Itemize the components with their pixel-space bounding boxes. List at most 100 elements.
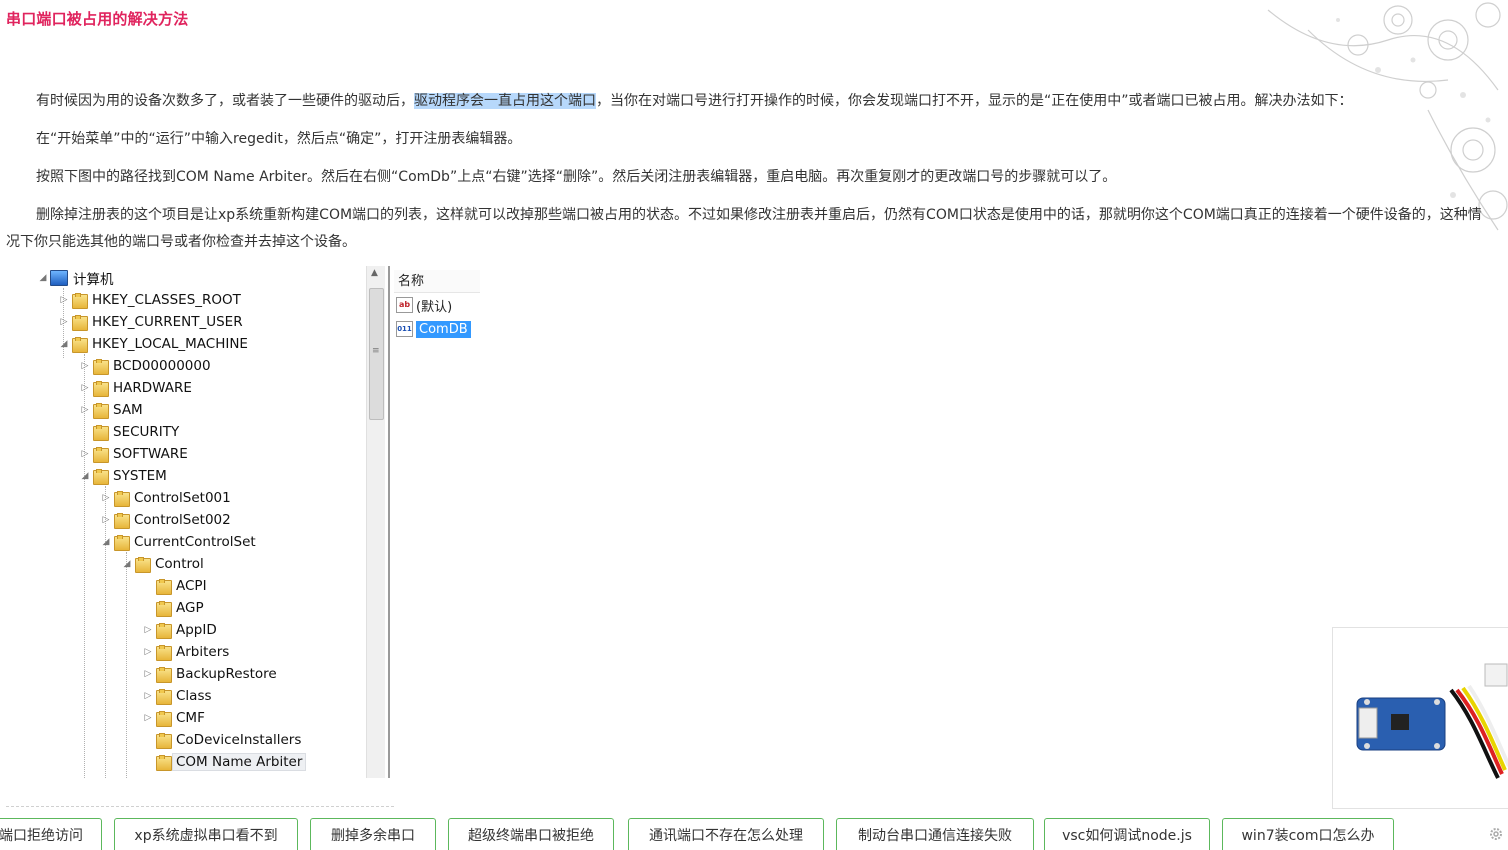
column-header-name[interactable]: 名称 (394, 270, 480, 293)
expand-arrow-icon[interactable]: ▷ (143, 691, 153, 701)
tree-node[interactable]: ▷ CMF (143, 707, 205, 729)
value-default[interactable]: ab (默认) (396, 295, 452, 315)
tree-node[interactable]: ▷ SAM (80, 399, 143, 421)
folder-icon (92, 380, 109, 397)
tree-node-label: ACPI (176, 578, 207, 594)
highlighted-text: 驱动程序会一直占用这个端口 (414, 93, 596, 109)
tree-node[interactable]: ▷ HARDWARE (80, 377, 192, 399)
tree-scrollbar[interactable]: ▲ ≡ (366, 266, 385, 778)
folder-icon (155, 600, 172, 617)
folder-icon (155, 688, 172, 705)
related-tag-link[interactable]: 通讯端口不存在怎么处理 (628, 818, 824, 850)
tree-node[interactable]: ◢ CurrentControlSet (101, 531, 256, 553)
tree-node[interactable]: ◢ SYSTEM (80, 465, 167, 487)
tree-node[interactable]: ▷ BCD00000000 (80, 355, 211, 377)
folder-icon (113, 490, 130, 507)
tree-node[interactable]: ▷ HKEY_CLASSES_ROOT (59, 289, 241, 311)
tree-node-label: ControlSet001 (134, 490, 231, 506)
tree-node[interactable]: ◢ 计算机 (38, 267, 114, 289)
expand-arrow-icon[interactable]: ▷ (143, 625, 153, 635)
related-tag-link[interactable]: vsc如何调试node.js (1044, 818, 1210, 850)
tree-node-label: HKEY_LOCAL_MACHINE (92, 336, 248, 352)
expand-arrow-icon[interactable]: ▷ (59, 317, 69, 327)
expand-arrow-icon[interactable]: ▷ (59, 295, 69, 305)
collapse-arrow-icon[interactable]: ◢ (80, 471, 90, 481)
product-ad-image[interactable] (1332, 627, 1508, 809)
tree-node-label: CurrentControlSet (134, 534, 256, 550)
expand-arrow-icon[interactable]: ▷ (143, 713, 153, 723)
related-tag-link[interactable]: win7装com口怎么办 (1222, 818, 1394, 850)
tree-node-label: BCD00000000 (113, 358, 211, 374)
tree-node-label: Arbiters (176, 644, 230, 660)
expand-arrow-icon[interactable]: ▷ (80, 405, 90, 415)
expand-arrow-icon[interactable]: ▷ (143, 647, 153, 657)
tree-node-label: SECURITY (113, 424, 180, 440)
computer-icon (50, 270, 68, 286)
tree-node-label: Control (155, 556, 204, 572)
folder-icon (71, 336, 88, 353)
tree-node[interactable]: ▷ BackupRestore (143, 663, 277, 685)
expand-arrow-icon[interactable]: ▷ (101, 493, 111, 503)
tree-node[interactable]: AGP (143, 597, 204, 619)
pane-divider[interactable] (388, 266, 390, 778)
folder-icon (92, 446, 109, 463)
expand-arrow-icon[interactable]: ▷ (80, 361, 90, 371)
paragraph-3: 按照下图中的路径找到COM Name Arbiter。然后在右侧“ComDb”上… (36, 169, 1117, 185)
paragraph-1-text-start: 有时候因为用的设备次数多了，或者装了一些硬件的驱动后， (36, 93, 414, 109)
folder-icon (155, 578, 172, 595)
tree-node[interactable]: ▷ Class (143, 685, 212, 707)
tree-node[interactable]: ▷ ControlSet001 (101, 487, 231, 509)
scroll-up-icon[interactable]: ▲ (371, 268, 378, 278)
tree-node[interactable]: SECURITY (80, 421, 179, 443)
tree-node-label: AppID (176, 622, 217, 638)
collapse-arrow-icon[interactable]: ◢ (59, 339, 69, 349)
folder-icon (134, 556, 151, 573)
folder-icon (113, 512, 130, 529)
related-tag-link[interactable]: 超级终端串口被拒绝 (448, 818, 614, 850)
collapse-arrow-icon[interactable]: ◢ (101, 537, 111, 547)
content-divider (6, 806, 394, 807)
tree-node[interactable]: ▷ Arbiters (143, 641, 229, 663)
tree-node-label: HARDWARE (113, 380, 192, 396)
related-tag-link[interactable]: xp系统虚拟串口看不到 (114, 818, 298, 850)
registry-tree: ◢ 计算机 ▷ HKEY_CLASSES_ROOT ▷ HKEY_CURRENT_USER… (30, 266, 366, 778)
value-label: (默认) (416, 299, 453, 315)
paragraph-2: 在“开始菜单”中的“运行”中输入regedit，然后点“确定”，打开注册表编辑器… (36, 131, 522, 147)
tree-node[interactable]: CoDeviceInstallers (143, 729, 301, 751)
tree-node[interactable]: ▷ HKEY_CURRENT_USER (59, 311, 243, 333)
folder-icon (155, 710, 172, 727)
folder-icon (92, 358, 109, 375)
tree-node[interactable]: ▷ SOFTWARE (80, 443, 188, 465)
tree-node-label: SAM (113, 402, 143, 418)
tree-node[interactable]: COM Name Arbiter (143, 751, 307, 773)
folder-icon (155, 644, 172, 661)
collapse-arrow-icon[interactable]: ◢ (38, 273, 48, 283)
scroll-grip-icon: ≡ (372, 346, 380, 356)
gear-icon[interactable] (1488, 826, 1504, 842)
value-comdb[interactable]: 011 ComDB (396, 319, 471, 339)
paragraph-1: 有时候因为用的设备次数多了，或者装了一些硬件的驱动后，驱动程序会一直占用这个端口… (6, 88, 1486, 115)
tree-node[interactable]: ◢ HKEY_LOCAL_MACHINE (59, 333, 248, 355)
tree-node[interactable]: ◢ Control (122, 553, 204, 575)
expand-arrow-icon[interactable]: ▷ (101, 515, 111, 525)
tree-node-label: ControlSet002 (134, 512, 231, 528)
expand-arrow-icon[interactable]: ▷ (80, 383, 90, 393)
collapse-arrow-icon[interactable]: ◢ (122, 559, 132, 569)
expand-arrow-icon[interactable]: ▷ (143, 669, 153, 679)
tree-node-label: AGP (176, 600, 204, 616)
tree-node-label: SOFTWARE (113, 446, 188, 462)
values-pane: 名称 ab (默认) 011 ComDB (394, 266, 480, 778)
sensor-module-image (1356, 663, 1508, 779)
tree-node[interactable]: ▷ ControlSet002 (101, 509, 231, 531)
tree-node-label: CoDeviceInstallers (176, 732, 302, 748)
tree-node[interactable]: ACPI (143, 575, 207, 597)
value-label: ComDB (416, 320, 471, 338)
folder-icon (71, 314, 88, 331)
related-tag-link[interactable]: 端口拒绝访问 (0, 818, 102, 850)
folder-icon (155, 732, 172, 749)
expand-arrow-icon[interactable]: ▷ (80, 449, 90, 459)
related-tag-link[interactable]: 删掉多余串口 (310, 818, 436, 850)
tree-node[interactable]: ▷ AppID (143, 619, 217, 641)
related-tag-link[interactable]: 制动台串口通信连接失败 (836, 818, 1034, 850)
folder-icon (113, 534, 130, 551)
